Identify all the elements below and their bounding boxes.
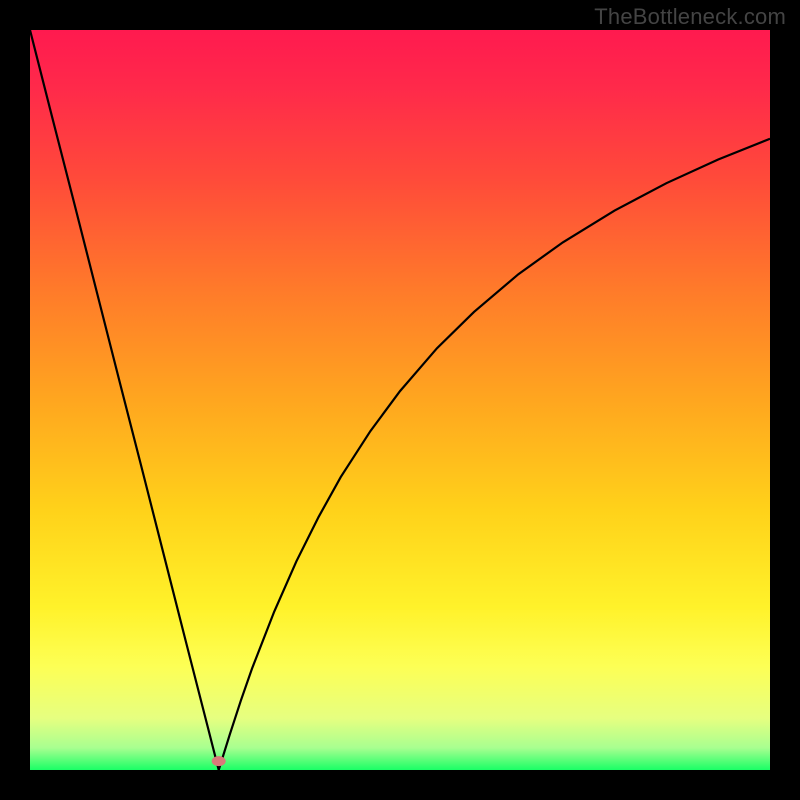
optimum-marker (212, 756, 226, 766)
chart-container: { "watermark": "TheBottleneck.com", "cha… (0, 0, 800, 800)
bottleneck-chart (0, 0, 800, 800)
plot-background (30, 30, 770, 770)
watermark-text: TheBottleneck.com (594, 4, 786, 30)
